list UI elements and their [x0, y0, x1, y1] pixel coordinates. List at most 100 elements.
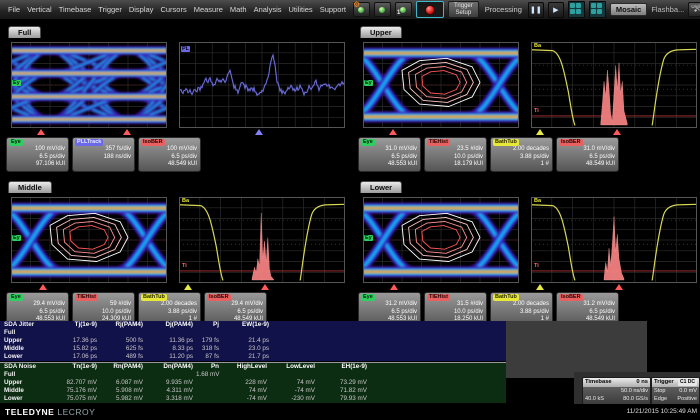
tie-trace-label: Ti — [181, 263, 188, 269]
menu-display[interactable]: Display — [129, 5, 154, 14]
panel-lower: Lower Ey Ba Ti Eye 31.2 mV/div 6.5 ps/di… — [354, 177, 700, 319]
eye-trace-label: Ey — [12, 235, 21, 241]
marker-bathtub[interactable] — [536, 129, 544, 135]
trace-chip: BathTub — [493, 294, 519, 301]
plot-bathtub-upper[interactable]: Ba Ti — [531, 42, 697, 128]
marker-trigger[interactable] — [39, 284, 47, 290]
menu-support[interactable]: Support — [320, 5, 346, 14]
sda-noise-table: SDA Noise Tn(1e-9) Rn(PAM4) Dn(PAM4) Pn … — [0, 362, 506, 403]
menu-math[interactable]: Math — [230, 5, 247, 14]
trace-chip: TIEHist — [427, 294, 450, 301]
plot-bathtub-middle[interactable]: Ba Ti — [179, 197, 345, 283]
menu-utilities[interactable]: Utilities — [289, 5, 313, 14]
pause-button[interactable]: ❚❚ — [528, 2, 544, 18]
table-row: Full 1.68 mV — [0, 371, 506, 379]
timebase-descriptor[interactable]: Timebase0 ns 50.0 ns/div 40.0 kS80.0 GS/… — [582, 377, 651, 405]
tab-middle[interactable]: Middle — [8, 181, 52, 193]
descriptor-eye[interactable]: Eye 100 mV/div 6.5 ps/div 97.106 kUI — [6, 137, 69, 172]
eye-trace-label: Ey — [12, 80, 21, 86]
trace-chip: Eye — [361, 139, 375, 146]
menu-analysis[interactable]: Analysis — [254, 5, 282, 14]
marker-hist[interactable] — [615, 284, 623, 290]
trace-chip: Eye — [9, 139, 23, 146]
table-row: Middle 15.82 ps 625 fs 8.33 ps 318 fs 23… — [0, 345, 506, 353]
app-status-icon-gear[interactable]: ⚙ — [353, 2, 370, 17]
brand-logo: TELEDYNELECROY — [5, 407, 95, 417]
app-status-icon-1[interactable]: 1 — [395, 2, 412, 17]
trace-chip: TIEHist — [427, 139, 450, 146]
marker-hist[interactable] — [261, 284, 269, 290]
empty-region — [506, 321, 647, 378]
marker-hist[interactable] — [613, 129, 621, 135]
app-status-icon-2[interactable] — [374, 2, 391, 17]
trace-chip: IsoBER — [559, 139, 583, 146]
marker-bathtub[interactable] — [184, 284, 192, 290]
play-button[interactable]: ▶ — [548, 2, 564, 18]
trace-chip: PLLTrack — [75, 139, 103, 146]
marker-bathtub[interactable] — [536, 284, 544, 290]
trace-chip: Eye — [361, 294, 375, 301]
trigger-source-badge: C1 DC — [678, 379, 697, 386]
marker-trigger[interactable] — [389, 129, 397, 135]
bottom-bar: TELEDYNELECROY 11/21/2015 10:25:49 AM — [0, 404, 700, 420]
trigger-descriptor[interactable]: TriggerC1 DC Stop0.0 mV EdgePositive — [651, 377, 700, 405]
descriptor-tiehist[interactable]: TIEHist 23.5 #/div 10.0 ps/div 18.179 kU… — [424, 137, 487, 172]
marker-trigger[interactable] — [390, 284, 398, 290]
tab-full[interactable]: Full — [8, 26, 41, 38]
table-row: Middle 75.176 mV 5.908 mV 4.311 mV 74 mV… — [0, 387, 506, 395]
descriptor-isober[interactable]: IsoBER 100 mV/div 6.5 ps/div 48.549 kUI — [138, 137, 201, 172]
noise-title: SDA Noise — [0, 363, 54, 371]
acquisition-stop-button[interactable] — [416, 1, 444, 18]
pll-trace-label: PL — [181, 46, 190, 52]
descriptor-isober[interactable]: IsoBER 31.0 mV/div 6.5 ps/div 48.549 kUI — [556, 137, 619, 172]
gear-icon: ⚙ — [353, 0, 360, 9]
trace-chip: IsoBER — [207, 294, 231, 301]
menu-bar: File Vertical Timebase Trigger Display C… — [0, 0, 700, 20]
menu-vertical[interactable]: Vertical — [27, 5, 52, 14]
table-row: Full — [0, 329, 506, 337]
scope-screen: File Vertical Timebase Trigger Display C… — [0, 0, 700, 420]
table-row: Lower 75.075 mV 5.982 mV 3.318 mV -74 mV… — [0, 395, 506, 403]
menu-file[interactable]: File — [8, 5, 20, 14]
descriptor-plltrack[interactable]: PLLTrack 357 fs/div 188 ns/div — [72, 137, 135, 172]
plot-pll-full[interactable]: PL — [179, 42, 345, 128]
eye-trace-label: Ey — [364, 235, 373, 241]
menu-measure[interactable]: Measure — [194, 5, 223, 14]
status-orb-icon — [379, 7, 385, 13]
processing-label: Processing — [483, 5, 524, 14]
trace-chip: IsoBER — [559, 294, 583, 301]
plot-eye-upper[interactable]: Ey — [363, 42, 519, 128]
mosaic-grid-icon-2[interactable] — [589, 1, 606, 18]
menu-timebase[interactable]: Timebase — [59, 5, 92, 14]
plot-eye-lower[interactable]: Ey — [363, 197, 519, 283]
tab-upper[interactable]: Upper — [360, 26, 402, 38]
marker-pll[interactable] — [255, 129, 263, 135]
record-dot-icon — [425, 5, 435, 15]
plot-eye-middle[interactable]: Ey — [11, 197, 167, 283]
eye-trace-label: Ey — [364, 80, 373, 86]
undo-button[interactable]: Undo↶ — [688, 2, 700, 17]
bathtub-trace-label: Ba — [181, 198, 190, 204]
marker-trigger[interactable] — [123, 129, 131, 135]
descriptor-bathtub[interactable]: BathTub 2.00 decades 3.88 ps/div 1 # — [490, 137, 553, 172]
panel-middle: Middle Ey Ba Ti Eye 29.4 mV/div 6.5 ps/d… — [2, 177, 352, 319]
status-orb-icon — [400, 7, 406, 13]
marker-trigger[interactable] — [37, 129, 45, 135]
plot-bathtub-lower[interactable]: Ba Ti — [531, 197, 697, 283]
menu-cursors[interactable]: Cursors — [160, 5, 186, 14]
bathtub-trace-label: Ba — [533, 43, 542, 49]
flashback-label[interactable]: Flashba... — [651, 5, 684, 14]
table-row: Upper 82.707 mV 6.087 mV 9.935 mV 228 mV… — [0, 379, 506, 387]
trace-chip: IsoBER — [141, 139, 165, 146]
table-row: Lower 17.06 ps 489 fs 11.20 ps 87 fs 21.… — [0, 353, 506, 361]
tie-trace-label: Ti — [533, 263, 540, 269]
menu-trigger[interactable]: Trigger — [98, 5, 121, 14]
plot-eye-full[interactable]: Ey — [11, 42, 167, 128]
trigger-setup-button[interactable]: TriggerSetup — [448, 1, 479, 18]
descriptor-eye[interactable]: Eye 31.0 mV/div 6.5 ps/div 48.553 kUI — [358, 137, 421, 172]
mosaic-grid-icon[interactable] — [568, 1, 585, 18]
mosaic-button[interactable]: Mosaic — [610, 3, 647, 16]
bathtub-trace-label: Ba — [533, 198, 542, 204]
tab-lower[interactable]: Lower — [360, 181, 402, 193]
table-row: Upper 17.36 ps 500 fs 11.36 ps 179 fs 21… — [0, 337, 506, 345]
